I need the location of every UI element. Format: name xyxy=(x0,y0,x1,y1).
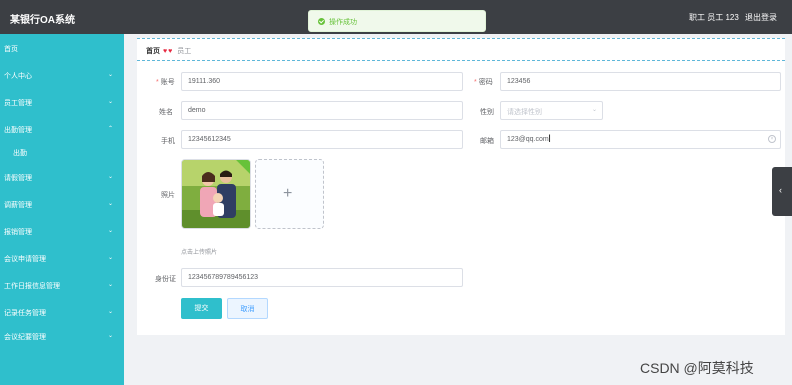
family-photo-image xyxy=(182,160,250,228)
sidebar-item-employees[interactable]: 员工管理 ⌄ xyxy=(0,95,124,109)
sidebar-item-label: 首页 xyxy=(4,46,18,53)
sidebar-item-label: 会议纪要管理 xyxy=(4,334,46,341)
app-title: 某银行OA系统 xyxy=(10,15,75,26)
name-field[interactable]: demo xyxy=(181,101,463,120)
chevron-down-icon: ⌄ xyxy=(108,174,114,180)
gender-label: 性别 xyxy=(480,109,494,116)
sidebar-item-meeting-request[interactable]: 会议申请管理 ⌄ xyxy=(0,251,124,265)
sidebar-item-attendance[interactable]: 出勤管理 ⌃ xyxy=(0,122,124,136)
phone-label: 手机 xyxy=(161,138,175,145)
heart-icon: ♥ xyxy=(168,48,173,55)
phone-value: 12345612345 xyxy=(188,136,231,143)
side-panel-toggle[interactable]: ‹ xyxy=(772,167,792,216)
sidebar-item-label: 员工管理 xyxy=(4,100,32,107)
chevron-down-icon: ⌄ xyxy=(108,72,114,78)
chevron-up-icon: ⌃ xyxy=(108,126,114,132)
uploaded-photo[interactable] xyxy=(181,159,251,229)
plus-icon: + xyxy=(283,185,293,202)
success-toast: 操作成功 xyxy=(308,10,486,32)
sidebar-item-profile[interactable]: 个人中心 ⌄ xyxy=(0,68,124,82)
sidebar-item-label: 出勤 xyxy=(13,150,27,157)
chevron-down-icon: ⌄ xyxy=(108,333,114,339)
sidebar-item-label: 报销管理 xyxy=(4,229,32,236)
gender-placeholder: 请选择性别 xyxy=(507,109,542,116)
chevron-down-icon: ⌄ xyxy=(108,255,114,261)
sidebar-item-label: 个人中心 xyxy=(4,73,32,80)
sidebar-subitem-attendance[interactable]: 出勤 xyxy=(0,145,124,159)
photo-label: 照片 xyxy=(161,192,175,199)
sidebar-item-label: 工作日报信息管理 xyxy=(4,283,60,290)
sidebar: 首页 个人中心 ⌄ 员工管理 ⌄ 出勤管理 ⌃ 出勤 请假管理 ⌄ 调薪管理 ⌄… xyxy=(0,34,124,385)
password-value: 123456 xyxy=(507,78,531,85)
sidebar-item-meeting-minutes[interactable]: 会议纪要管理 ⌄ xyxy=(0,329,124,343)
clear-icon[interactable]: × xyxy=(768,135,776,143)
divider xyxy=(137,38,785,39)
chevron-down-icon: ⌄ xyxy=(108,282,114,288)
sidebar-item-leave[interactable]: 请假管理 ⌄ xyxy=(0,170,124,184)
sidebar-item-label: 调薪管理 xyxy=(4,202,32,209)
name-value: demo xyxy=(188,107,206,114)
sidebar-item-tasks[interactable]: 记录任务管理 ⌄ xyxy=(0,305,124,319)
email-value: 123@qq.com xyxy=(507,136,549,143)
sidebar-item-salary[interactable]: 调薪管理 ⌄ xyxy=(0,197,124,211)
breadcrumb: 首页 ♥♥ 员工 xyxy=(146,46,191,56)
breadcrumb-current: 员工 xyxy=(177,48,192,55)
account-label: * 账号 xyxy=(156,79,175,86)
current-user: 职工 员工 123 xyxy=(689,13,739,22)
sidebar-item-label: 出勤管理 xyxy=(4,127,32,134)
password-field[interactable]: 123456 xyxy=(500,72,781,91)
sidebar-item-reimbursement[interactable]: 报销管理 ⌄ xyxy=(0,224,124,238)
chevron-down-icon: ⌄ xyxy=(108,99,114,105)
text-cursor-icon: I xyxy=(548,133,552,145)
photo-upload-button[interactable]: + xyxy=(255,159,324,229)
sidebar-item-daily-report[interactable]: 工作日报信息管理 ⌄ xyxy=(0,278,124,292)
idcard-value: 123456789789456123 xyxy=(188,274,259,281)
idcard-label: 身份证 xyxy=(155,276,176,283)
sidebar-item-label: 请假管理 xyxy=(4,175,32,182)
submit-button[interactable]: 提交 xyxy=(181,298,222,319)
name-label: 姓名 xyxy=(159,109,173,116)
email-label: 邮箱 xyxy=(480,138,494,145)
check-circle-icon xyxy=(318,18,325,25)
phone-field[interactable]: 12345612345 xyxy=(181,130,463,149)
chevron-left-icon: ‹ xyxy=(779,185,782,195)
idcard-field[interactable]: 123456789789456123 xyxy=(181,268,463,287)
chevron-down-icon: ⌄ xyxy=(108,309,114,315)
chevron-down-icon: ⌄ xyxy=(108,201,114,207)
email-field[interactable]: 123@qq.com × xyxy=(500,130,781,149)
chevron-down-icon: ⌄ xyxy=(591,107,597,113)
account-field[interactable]: 19111.360 xyxy=(181,72,463,91)
gender-select[interactable]: 请选择性别 ⌄ xyxy=(500,101,603,120)
divider xyxy=(137,60,785,61)
heart-icon: ♥ xyxy=(162,48,168,55)
toast-message: 操作成功 xyxy=(329,19,357,26)
chevron-down-icon: ⌄ xyxy=(108,228,114,234)
breadcrumb-home[interactable]: 首页 xyxy=(146,48,160,55)
watermark: CSDN @阿莫科技 xyxy=(640,360,754,376)
password-label: * 密码 xyxy=(474,79,493,86)
cancel-button[interactable]: 取消 xyxy=(227,298,268,319)
logout-link[interactable]: 退出登录 xyxy=(745,12,777,23)
account-value: 19111.360 xyxy=(188,78,221,85)
upload-hint: 点击上传照片 xyxy=(181,250,218,256)
sidebar-item-label: 记录任务管理 xyxy=(4,310,46,317)
sidebar-item-label: 会议申请管理 xyxy=(4,256,46,263)
sidebar-item-home[interactable]: 首页 xyxy=(0,41,124,55)
